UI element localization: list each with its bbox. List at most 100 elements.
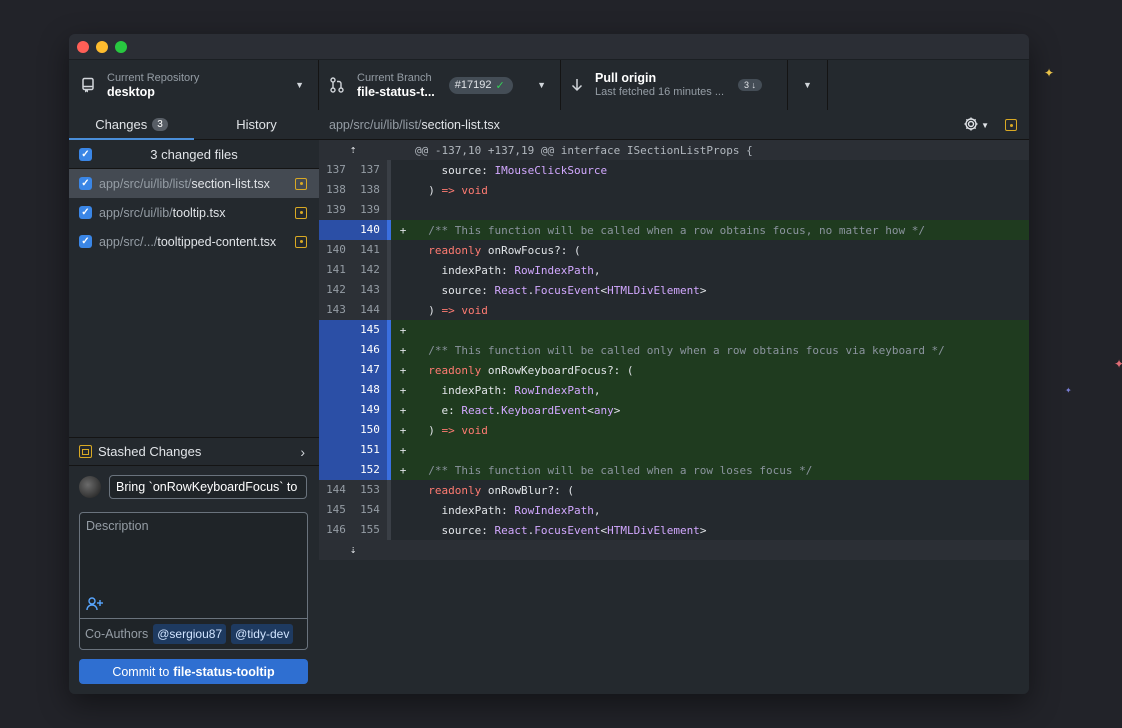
file-checkbox[interactable]: ✓ — [79, 206, 92, 219]
diff-code: source: React.FocusEvent<HTMLDivElement> — [415, 283, 707, 297]
new-line-number: 147 — [353, 360, 387, 380]
tab-changes[interactable]: Changes 3 — [69, 110, 194, 140]
old-line-number — [319, 400, 353, 420]
old-line-number: 140 — [326, 243, 346, 256]
diff-context-line[interactable]: 140 141 readonly onRowFocus?: ( — [319, 240, 1029, 260]
file-checkbox[interactable]: ✓ — [79, 235, 92, 248]
diff-context-line[interactable]: 138 138 ) => void — [319, 180, 1029, 200]
new-line-number: 148 — [353, 380, 387, 400]
diff-code: readonly onRowKeyboardFocus?: ( — [428, 363, 634, 377]
changes-count-badge: 3 — [152, 118, 168, 131]
files-header: ✓ 3 changed files — [69, 140, 319, 169]
diff-code: source: React.FocusEvent<HTMLDivElement> — [415, 523, 707, 537]
diff-context-line[interactable]: 146 155 source: React.FocusEvent<HTMLDivE… — [319, 520, 1029, 540]
hunk-handle[interactable] — [387, 520, 391, 540]
hunk-handle[interactable] — [387, 300, 391, 320]
diff-context-line[interactable]: 137 137 source: IMouseClickSource — [319, 160, 1029, 180]
expand-down-button[interactable]: ⇣ — [319, 540, 387, 560]
stashed-changes-button[interactable]: Stashed Changes › — [69, 437, 319, 466]
hunk-handle[interactable] — [387, 260, 391, 280]
diff-context-line[interactable]: 142 143 source: React.FocusEvent<HTMLDivE… — [319, 280, 1029, 300]
hunk-handle[interactable] — [387, 240, 391, 260]
sparkle-decoration: ✦ — [1044, 66, 1055, 80]
titlebar — [69, 34, 1029, 60]
current-repository-button[interactable]: Current Repository desktop ▼ — [69, 60, 319, 110]
hunk-handle[interactable] — [387, 180, 391, 200]
hunk-handle[interactable] — [387, 280, 391, 300]
old-line-number: 142 — [326, 283, 346, 296]
old-line-number — [319, 360, 353, 380]
close-window-button[interactable] — [77, 41, 89, 53]
diff-code: ) => void — [415, 303, 488, 317]
chevron-down-icon: ▼ — [295, 80, 304, 90]
diff-context-line[interactable]: 139 139 — [319, 200, 1029, 220]
diff-code: readonly onRowBlur?: ( — [428, 483, 574, 497]
commit-summary-input[interactable]: Bring `onRowKeyboardFocus` to — [109, 475, 307, 499]
sparkle-decoration: ✦ — [1114, 357, 1122, 371]
old-line-number — [319, 420, 353, 440]
diff-options-button[interactable]: ▼ — [963, 116, 989, 135]
diff-context-line[interactable]: 141 142 indexPath: RowIndexPath, — [319, 260, 1029, 280]
hunk-handle[interactable] — [387, 480, 391, 500]
current-branch-button[interactable]: Current Branch file-status-t... #17192 ✓… — [319, 60, 561, 110]
coauthors-row: Co-Authors @sergiou87 @tidy-dev — [80, 618, 307, 649]
check-icon: ✓ — [495, 79, 505, 92]
chevron-down-icon: ▼ — [537, 80, 546, 90]
file-list-item[interactable]: ✓ app/src/ui/lib/tooltip.tsx — [69, 198, 319, 227]
new-line-number: 144 — [360, 303, 380, 316]
old-line-number: 141 — [326, 263, 346, 276]
diff-added-line[interactable]: 151 + — [319, 440, 1029, 460]
gear-icon — [963, 116, 979, 135]
add-coauthor-icon[interactable] — [86, 597, 104, 614]
old-line-number: 139 — [326, 203, 346, 216]
branch-name: file-status-t... — [357, 85, 435, 99]
pull-request-badge[interactable]: #17192 ✓ — [448, 76, 513, 94]
tab-history[interactable]: History — [194, 110, 319, 139]
diff-added-line[interactable]: 145 + — [319, 320, 1029, 340]
chevron-down-icon: ▼ — [803, 80, 812, 90]
expand-up-button[interactable]: ⇡ — [319, 140, 387, 160]
coauthor-chip[interactable]: @tidy-dev — [231, 624, 294, 644]
tab-changes-label: Changes — [95, 117, 148, 132]
diff-marker: + — [399, 423, 407, 437]
stash-icon — [79, 445, 92, 458]
commit-button[interactable]: Commit to file-status-tooltip — [79, 659, 308, 684]
diff-context-line[interactable]: 145 154 indexPath: RowIndexPath, — [319, 500, 1029, 520]
file-list-item[interactable]: ✓ app/src/ui/lib/list/section-list.tsx — [69, 169, 319, 198]
diff-added-line[interactable]: 148 + indexPath: RowIndexPath, — [319, 380, 1029, 400]
select-all-checkbox[interactable]: ✓ — [79, 147, 92, 161]
file-list-item[interactable]: ✓ app/src/.../tooltipped-content.tsx — [69, 227, 319, 256]
diff-added-line[interactable]: 146 + /** This function will be called on… — [319, 340, 1029, 360]
pull-origin-button[interactable]: Pull origin Last fetched 16 minutes ... … — [561, 60, 788, 110]
diff-code: /** This function will be called when a … — [415, 223, 925, 237]
old-line-number — [319, 440, 353, 460]
diff-added-line[interactable]: 152 + /** This function will be called wh… — [319, 460, 1029, 480]
diff-marker: + — [399, 223, 407, 237]
pull-dropdown-button[interactable]: ▼ — [788, 60, 828, 110]
diff-added-line[interactable]: 147 + readonly onRowKeyboardFocus?: ( — [319, 360, 1029, 380]
coauthor-chip[interactable]: @sergiou87 — [153, 624, 227, 644]
hunk-handle[interactable] — [387, 160, 391, 180]
hunk-handle[interactable] — [387, 500, 391, 520]
old-line-number — [319, 380, 353, 400]
new-line-number: 141 — [360, 243, 380, 256]
diff-added-line[interactable]: 149 + e: React.KeyboardEvent<any> — [319, 400, 1029, 420]
old-line-number: 145 — [326, 503, 346, 516]
coauthors-label: Co-Authors — [85, 627, 149, 641]
minimize-window-button[interactable] — [96, 41, 108, 53]
commit-description-field[interactable]: Description Co-Authors @sergiou87 @tidy-… — [79, 512, 308, 650]
commit-message-area: Bring `onRowKeyboardFocus` to Descriptio… — [69, 466, 319, 694]
zoom-window-button[interactable] — [115, 41, 127, 53]
app-window: Current Repository desktop ▼ Current Bra… — [69, 34, 1029, 694]
old-line-number — [319, 460, 353, 480]
diff-added-line[interactable]: 140 + /** This function will be called wh… — [319, 220, 1029, 240]
file-checkbox[interactable]: ✓ — [79, 177, 92, 190]
diff-context-line[interactable]: 143 144 ) => void — [319, 300, 1029, 320]
branch-label: Current Branch — [357, 72, 432, 84]
diff-context-line[interactable]: 144 153 readonly onRowBlur?: ( — [319, 480, 1029, 500]
new-line-number: 155 — [360, 523, 380, 536]
diff-added-line[interactable]: 150 + ) => void — [319, 420, 1029, 440]
repository-label: Current Repository — [107, 72, 200, 84]
hunk-handle[interactable] — [387, 200, 391, 220]
new-line-number: 143 — [360, 283, 380, 296]
